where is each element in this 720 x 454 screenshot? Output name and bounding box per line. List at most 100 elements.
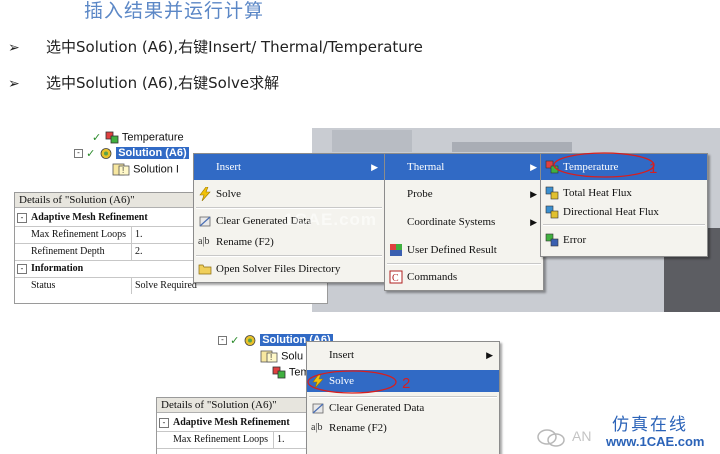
tree-item-solution-info[interactable]: ! Solution I bbox=[112, 163, 179, 176]
row-value: Solve Required bbox=[135, 280, 197, 291]
highlight-ellipse bbox=[307, 370, 397, 394]
row-label: Max Refinement Loops bbox=[171, 432, 274, 448]
menu-item-user-defined-result[interactable]: User Defined Result bbox=[385, 237, 543, 263]
collapse-icon: - bbox=[17, 264, 27, 274]
tree-label: Solution I bbox=[133, 163, 179, 176]
menu-item-rename[interactable]: a|b Rename (F2) bbox=[307, 417, 499, 439]
tree-item-temperature[interactable]: Tem bbox=[272, 366, 310, 379]
menu-label: Thermal bbox=[407, 161, 445, 173]
watermark: 1CAE.com bbox=[284, 210, 378, 229]
submenu-arrow-icon: ▶ bbox=[486, 350, 493, 360]
tree-label: Solu bbox=[281, 350, 304, 363]
collapse-icon: - bbox=[74, 149, 83, 158]
heat-flux-icon bbox=[545, 205, 559, 219]
insert-submenu: Thermal ▶ Probe ▶ Coordinate Systems ▶ U… bbox=[384, 153, 544, 291]
menu-item-open-solver-files[interactable]: Open Solver Files Directory bbox=[194, 256, 384, 282]
menu-label: Open Solver Files Directory bbox=[216, 263, 341, 275]
solution-info-icon: ! bbox=[260, 350, 278, 363]
menu-label: Error bbox=[563, 234, 587, 246]
folder-icon bbox=[198, 264, 212, 275]
menu-label: Insert bbox=[216, 161, 242, 173]
menu-item-error[interactable]: Error bbox=[541, 227, 707, 253]
tree-label-selected: Solution (A6) bbox=[116, 147, 189, 160]
tree-label: Temperature bbox=[121, 131, 184, 144]
menu-label: Probe bbox=[407, 188, 433, 200]
svg-text:!: ! bbox=[122, 166, 124, 175]
check-icon: ✓ bbox=[86, 147, 96, 160]
submenu-arrow-icon: ▶ bbox=[530, 189, 537, 199]
menu-separator bbox=[543, 224, 705, 226]
wechat-logo-icon bbox=[536, 428, 566, 448]
screenshot-solve-menu: - ✓ Solution (A6) ! Solu Tem Details of … bbox=[156, 331, 510, 454]
menu-label: Directional Heat Flux bbox=[563, 206, 659, 218]
bullet-2: ➢ 选中Solution (A6),右键Solve求解 bbox=[8, 72, 279, 93]
menu-item-insert[interactable]: Insert ▶ bbox=[194, 154, 384, 180]
collapse-icon: - bbox=[17, 213, 27, 223]
bullet-1: ➢ 选中Solution (A6),右键Insert/ Thermal/Tempe… bbox=[8, 36, 423, 57]
menu-item-insert[interactable]: Insert ▶ bbox=[307, 342, 499, 368]
solution-icon bbox=[244, 335, 256, 346]
menu-label: Rename (F2) bbox=[329, 422, 387, 434]
bullet-marker: ➢ bbox=[8, 40, 20, 56]
commands-icon: C bbox=[389, 270, 403, 284]
row-value: 1. bbox=[135, 229, 143, 240]
menu-item-coordinate-systems[interactable]: Coordinate Systems ▶ bbox=[385, 209, 543, 235]
submenu-arrow-icon: ▶ bbox=[371, 162, 378, 172]
callout-number: 1 bbox=[649, 160, 658, 177]
temperature-result-icon bbox=[272, 366, 286, 379]
menu-item-probe[interactable]: Probe ▶ bbox=[385, 181, 543, 207]
viewport-toolbar bbox=[332, 130, 412, 152]
tree-item-solution-info[interactable]: ! Solu bbox=[260, 350, 303, 363]
row-label: Max Refinement Loops bbox=[29, 227, 132, 243]
collapse-icon: - bbox=[218, 336, 227, 345]
menu-item-clear-generated-data[interactable]: Clear Generated Data bbox=[307, 397, 499, 419]
menu-item-solve[interactable]: Solve bbox=[194, 181, 384, 207]
collapse-icon: - bbox=[159, 418, 169, 428]
svg-text:C: C bbox=[392, 273, 399, 284]
menu-label: Rename (F2) bbox=[216, 236, 274, 248]
tree-item-solution[interactable]: - ✓ Solution (A6) bbox=[74, 147, 189, 160]
eraser-icon bbox=[312, 403, 324, 414]
bullet-text: 选中Solution (A6),右键Insert/ Thermal/Temper… bbox=[46, 38, 423, 56]
menu-item-commands[interactable]: C Commands bbox=[385, 264, 543, 290]
bullet-text: 选中Solution (A6),右键Solve求解 bbox=[46, 74, 280, 92]
highlight-ellipse bbox=[553, 152, 655, 178]
menu-label: Insert bbox=[329, 349, 355, 361]
row-value: 2. bbox=[135, 246, 143, 257]
rename-icon: a|b bbox=[311, 422, 323, 433]
screenshot-insert-menu: ✓ Temperature - ✓ Solution (A6) ! Soluti… bbox=[12, 128, 720, 312]
heat-flux-icon bbox=[545, 186, 559, 200]
submenu-arrow-icon: ▶ bbox=[530, 162, 537, 172]
error-result-icon bbox=[545, 233, 559, 247]
menu-label: User Defined Result bbox=[407, 244, 497, 256]
temperature-result-icon bbox=[105, 131, 119, 144]
row-label: Refinement Depth bbox=[29, 244, 132, 260]
svg-text:!: ! bbox=[270, 353, 272, 362]
menu-label: Solve bbox=[216, 188, 242, 200]
logo-text: AN bbox=[572, 428, 592, 444]
brand-cn: 仿真在线 bbox=[612, 415, 688, 435]
menu-label: Commands bbox=[407, 271, 458, 283]
check-icon: ✓ bbox=[230, 334, 240, 347]
solution-info-icon: ! bbox=[112, 163, 130, 176]
menu-label: Clear Generated Data bbox=[329, 402, 425, 414]
row-label: Status bbox=[29, 278, 132, 294]
lightning-icon bbox=[199, 187, 211, 201]
callout-number: 2 bbox=[402, 375, 411, 392]
user-result-icon bbox=[390, 244, 402, 256]
submenu-arrow-icon: ▶ bbox=[530, 217, 537, 227]
site-url[interactable]: www.1CAE.com bbox=[606, 434, 704, 449]
rename-icon: a|b bbox=[198, 236, 210, 247]
menu-label: Coordinate Systems bbox=[407, 216, 496, 228]
context-menu: Insert ▶ Solve Clear Generated Data a|b … bbox=[306, 341, 500, 454]
bullet-marker: ➢ bbox=[8, 76, 20, 92]
menu-item-thermal[interactable]: Thermal ▶ bbox=[385, 154, 543, 180]
slide-title: 插入结果并运行计算 bbox=[84, 0, 265, 22]
solution-icon bbox=[100, 148, 112, 159]
tree-item-temperature[interactable]: ✓ Temperature bbox=[92, 131, 184, 144]
eraser-icon bbox=[199, 216, 211, 227]
row-value: 1. bbox=[277, 434, 285, 445]
menu-item-directional-heat-flux[interactable]: Directional Heat Flux bbox=[541, 199, 707, 225]
menu-item-rename[interactable]: a|b Rename (F2) bbox=[194, 229, 384, 255]
check-icon: ✓ bbox=[92, 131, 102, 144]
